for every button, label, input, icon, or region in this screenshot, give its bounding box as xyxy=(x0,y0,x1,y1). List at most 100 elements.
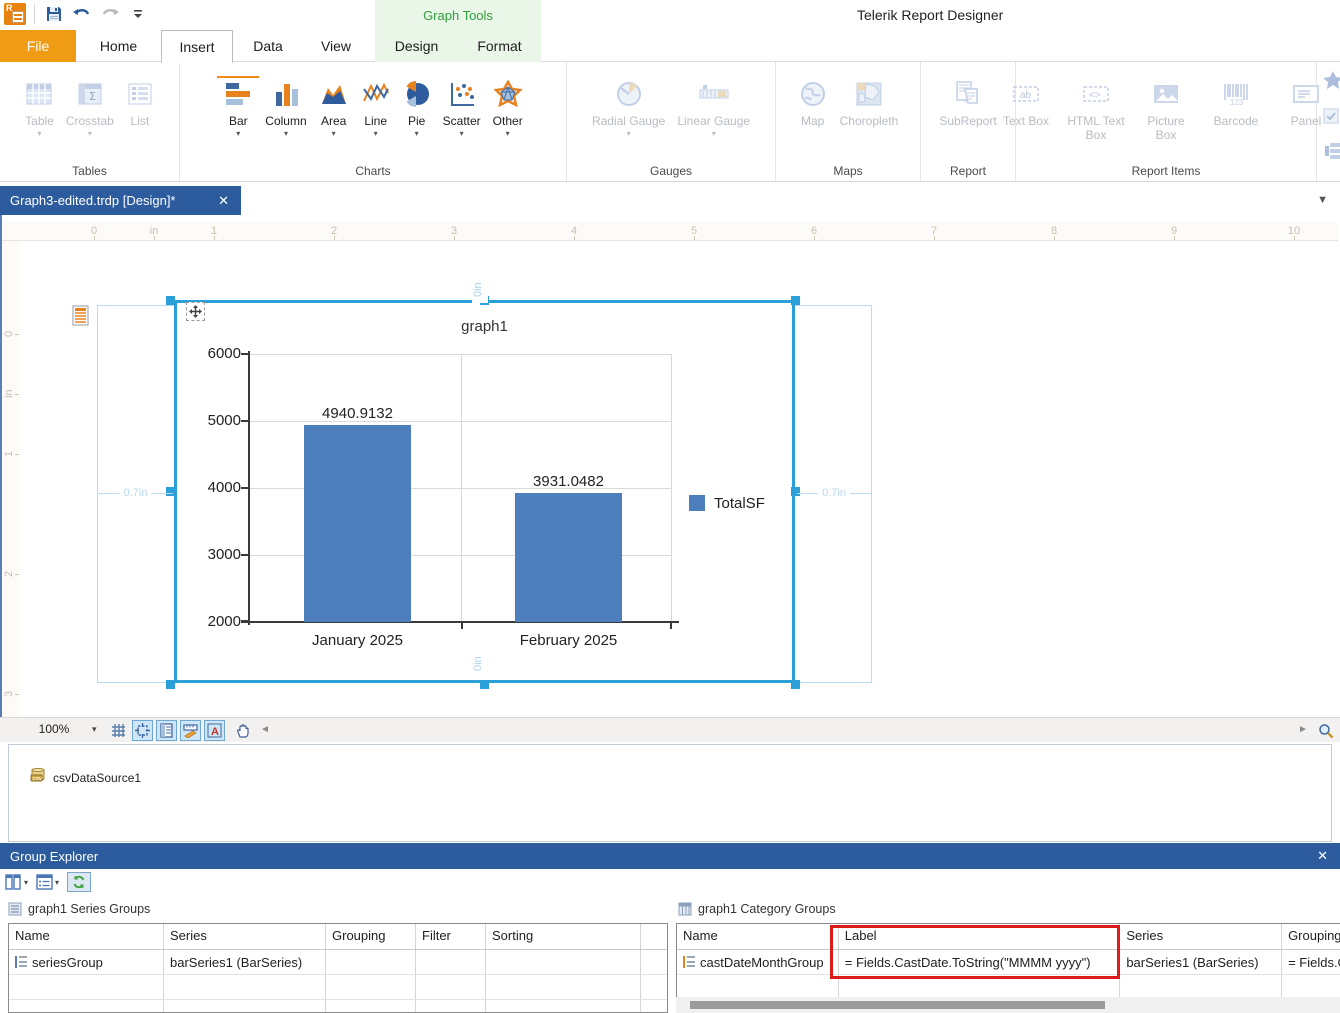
category-group-row[interactable]: castDateMonthGroup = Fields.CastDate.ToS… xyxy=(677,950,1340,975)
customize-toolbar-icon[interactable] xyxy=(127,3,149,25)
area-chart-button[interactable]: Area▾ xyxy=(313,78,355,138)
other-chart-icon xyxy=(493,78,523,110)
h-ruler: 0in12345678910 xyxy=(2,222,1338,241)
data-source-item[interactable]: CSV csvDataSource1 xyxy=(29,767,141,788)
category-groups-table[interactable]: Name Label Series Grouping castDateMonth… xyxy=(676,923,1340,999)
scroll-right-icon[interactable]: ► xyxy=(1298,724,1308,735)
csv-datasource-icon: CSV xyxy=(29,767,47,788)
map-button: Map xyxy=(792,78,834,128)
map-icon xyxy=(798,78,828,110)
pie-chart-icon xyxy=(403,78,431,110)
save-icon[interactable] xyxy=(43,3,65,25)
list-view-button[interactable]: ▾ xyxy=(36,874,59,890)
zoom-level[interactable]: 100% xyxy=(30,722,78,736)
resize-handle-top-right[interactable] xyxy=(791,296,800,305)
scrollbar-thumb[interactable] xyxy=(690,1001,1105,1009)
design-surface[interactable]: 0in12345678910 0in123 0in 0in 0.7in 0.7i… xyxy=(0,215,1340,717)
legend-label: TotalSF xyxy=(714,495,765,512)
ribbon-group-charts: Bar▾ Column▾ Area▾ Line▾ Pie▾ xyxy=(180,62,567,181)
group-row-icon xyxy=(15,956,27,968)
tab-file[interactable]: File xyxy=(0,30,76,62)
ribbon-group-tables: Table▾ Σ Crosstab▾ List Tables xyxy=(0,62,180,181)
contextual-tab-header: Graph Tools xyxy=(375,0,541,30)
redo-icon[interactable] xyxy=(99,3,121,25)
column-chart-icon xyxy=(271,78,301,110)
tab-format[interactable]: Format xyxy=(458,30,541,62)
report-section-icon[interactable] xyxy=(72,305,89,331)
other-chart-button[interactable]: Other▾ xyxy=(487,78,529,138)
radial-gauge-button: Radial Gauge▾ xyxy=(586,78,671,138)
linear-gauge-icon xyxy=(697,78,731,110)
title-bar: R Graph Tools Telerik Report Designer xyxy=(0,0,1340,30)
pie-chart-button[interactable]: Pie▾ xyxy=(397,78,437,138)
canvas-toolbar: 100% ▾ A ◄ ► xyxy=(0,717,1340,742)
move-handle-icon[interactable] xyxy=(186,302,205,321)
resize-handle-top-left[interactable] xyxy=(166,296,175,305)
category-label: February 2025 xyxy=(515,632,622,649)
tab-design[interactable]: Design xyxy=(375,30,458,62)
text-box-button: ab Text Box xyxy=(991,78,1061,128)
series-groups-table[interactable]: Name Series Grouping Filter Sorting seri… xyxy=(8,923,668,1013)
data-source-label: csvDataSource1 xyxy=(53,771,141,785)
columns-view-button[interactable]: ▾ xyxy=(5,874,28,890)
app-icon[interactable]: R xyxy=(4,3,26,25)
tab-home[interactable]: Home xyxy=(76,30,161,62)
series-groups-icon xyxy=(8,902,22,916)
line-chart-icon xyxy=(361,78,391,110)
tab-data[interactable]: Data xyxy=(233,30,303,62)
horizontal-scrollbar[interactable] xyxy=(676,997,1340,1013)
resize-handle-bottom-center[interactable] xyxy=(480,680,489,689)
table-icon xyxy=(25,78,53,110)
y-tick-label: 6000 xyxy=(197,345,241,362)
ribbon: Table▾ Σ Crosstab▾ List Tables Bar▾ xyxy=(0,62,1340,182)
scroll-left-icon[interactable]: ◄ xyxy=(260,724,270,735)
contextual-tab-label: Graph Tools xyxy=(423,8,493,23)
svg-text:A: A xyxy=(211,726,219,738)
list-icon xyxy=(126,78,154,110)
v-ruler: 0in123 xyxy=(2,241,19,717)
series-group-row[interactable]: seriesGroup barSeries1 (BarSeries) xyxy=(9,950,667,975)
refresh-button[interactable] xyxy=(67,872,91,892)
scatter-chart-button[interactable]: Scatter▾ xyxy=(437,78,487,138)
pan-hand-icon[interactable] xyxy=(232,720,253,741)
choropleth-button: Choropleth xyxy=(834,78,905,128)
column-chart-button[interactable]: Column▾ xyxy=(259,78,312,138)
series-table-header: Name Series Grouping Filter Sorting xyxy=(9,924,667,950)
data-sources-panel: CSV csvDataSource1 xyxy=(8,744,1332,842)
font-preview-toggle-icon[interactable]: A xyxy=(204,720,225,741)
snap-to-grid-toggle-icon[interactable] xyxy=(132,720,153,741)
radial-gauge-icon xyxy=(614,78,644,110)
dimension-left: 0.7in xyxy=(98,486,173,500)
zoom-caret-icon[interactable]: ▾ xyxy=(92,724,97,735)
resize-handle-bottom-right[interactable] xyxy=(791,680,800,689)
linear-gauge-button: Linear Gauge▾ xyxy=(671,78,756,138)
empty-row xyxy=(9,1000,667,1013)
ruler-toggle-icon[interactable] xyxy=(180,720,201,741)
tab-insert[interactable]: Insert xyxy=(161,30,233,63)
svg-text:ab: ab xyxy=(1020,90,1032,101)
choropleth-icon xyxy=(854,78,884,110)
undo-icon[interactable] xyxy=(71,3,93,25)
resize-handle-bottom-left[interactable] xyxy=(166,680,175,689)
picture-box-button: Picture Box xyxy=(1131,78,1201,143)
document-tab[interactable]: Graph3-edited.trdp [Design]* ✕ xyxy=(0,186,241,215)
chart-title: graph1 xyxy=(174,318,795,335)
bar-chart-button[interactable]: Bar▾ xyxy=(217,76,259,138)
text-box-icon: ab xyxy=(1011,78,1041,110)
y-tick-label: 3000 xyxy=(197,546,241,563)
grid-toggle-icon[interactable] xyxy=(108,720,129,741)
group-label-report-items: Report Items xyxy=(1016,164,1316,178)
tab-view[interactable]: View xyxy=(303,30,369,62)
empty-row xyxy=(9,975,667,1000)
document-list-caret-icon[interactable]: ▼ xyxy=(1317,194,1328,206)
document-tab-close-icon[interactable]: ✕ xyxy=(218,193,229,209)
page-view-toggle-icon[interactable] xyxy=(156,720,177,741)
report-designer-window: R Graph Tools Telerik Report Designer Fi… xyxy=(0,0,1340,1013)
barcode-button: 123 Barcode xyxy=(1201,78,1271,128)
dimension-right: 0.7in xyxy=(797,486,871,500)
group-label-maps: Maps xyxy=(776,164,920,178)
line-chart-button[interactable]: Line▾ xyxy=(355,78,397,138)
zoom-magnifier-icon[interactable] xyxy=(1315,720,1336,741)
group-explorer-close-icon[interactable]: ✕ xyxy=(1317,848,1328,864)
layout-icon xyxy=(1322,142,1340,165)
